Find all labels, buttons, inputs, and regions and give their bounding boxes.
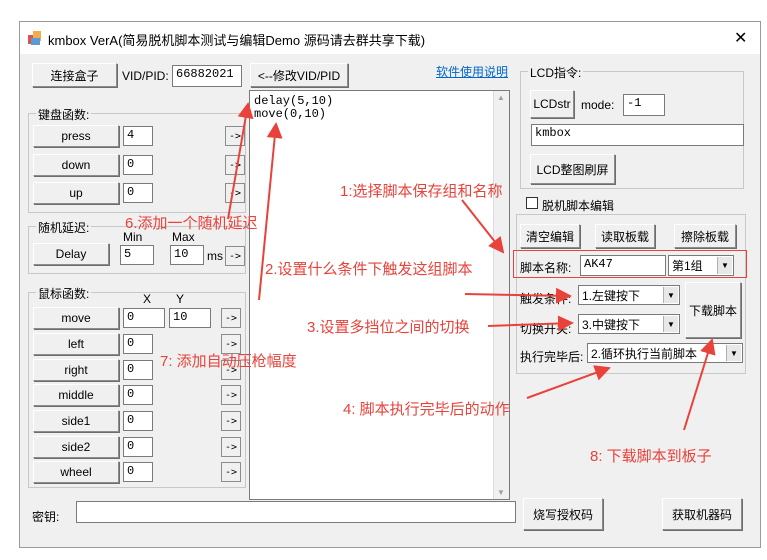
annotation-arrows — [227, 102, 716, 431]
annotation-8: 8: 下载脚本到板子 — [590, 448, 712, 465]
annotation-2: 2.设置什么条件下触发这组脚本 — [265, 261, 473, 278]
annotation-7: 7: 添加自动压枪幅度 — [160, 353, 297, 370]
annotation-3: 3.设置多挡位之间的切换 — [307, 319, 470, 336]
annotation-6: 6.添加一个随机延迟 — [125, 215, 258, 232]
annotation-1: 1:选择脚本保存组和名称 — [340, 183, 503, 200]
annotation-4: 4: 脚本执行完毕后的动作 — [343, 401, 510, 418]
